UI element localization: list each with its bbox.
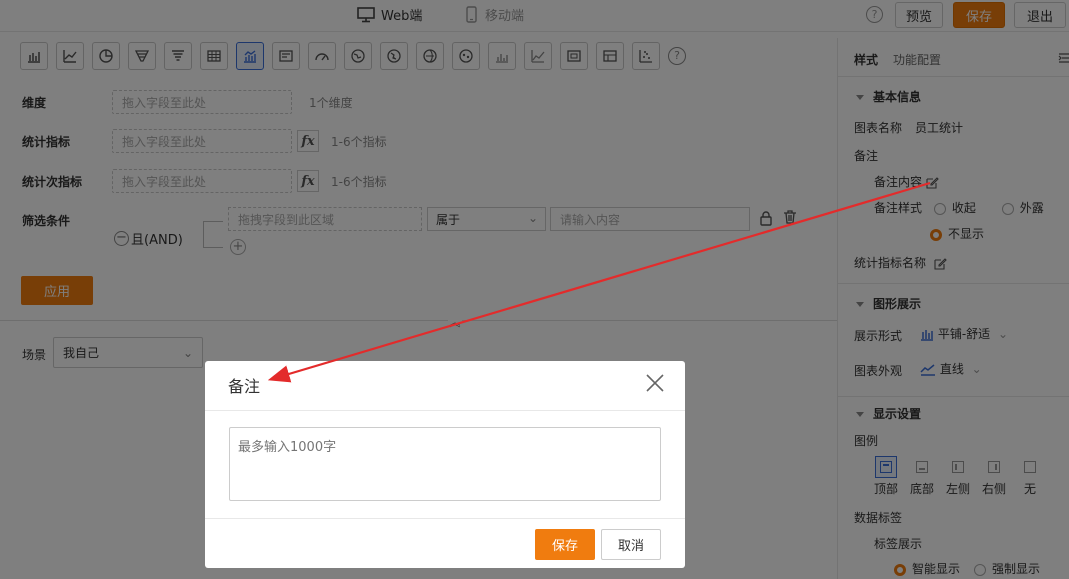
dialog-cancel-button[interactable]: 取消 [601,529,661,560]
dialog-header-divider [205,410,685,411]
note-textarea[interactable] [229,427,661,501]
dialog-title: 备注 [228,377,261,396]
note-dialog: 备注 保存 取消 [205,361,685,568]
dialog-footer-divider [205,518,685,519]
dialog-save-button[interactable]: 保存 [535,529,595,560]
close-icon[interactable] [645,373,665,393]
